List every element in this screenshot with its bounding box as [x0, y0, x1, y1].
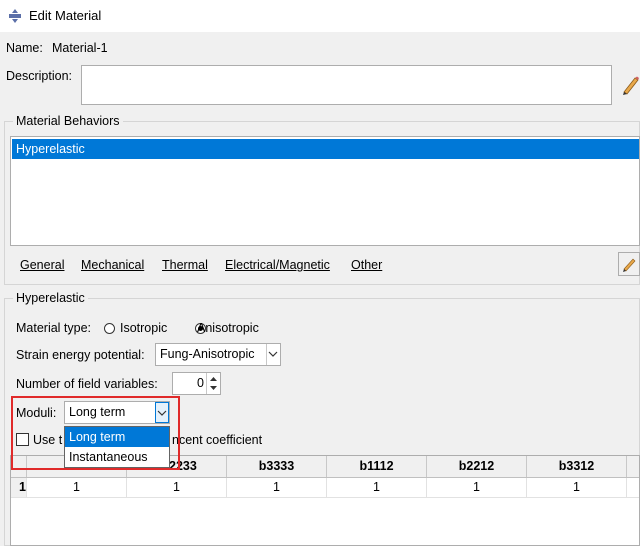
pencil-icon[interactable]: [620, 74, 640, 96]
field-variables-spinner[interactable]: 0: [172, 372, 221, 395]
column-header: b1112: [327, 456, 427, 477]
name-label: Name:: [6, 41, 43, 55]
table-cell[interactable]: 1: [427, 478, 527, 497]
material-app-icon: [9, 9, 21, 23]
field-variables-label: Number of field variables:: [16, 377, 158, 391]
behaviors-list[interactable]: Hyperelastic: [10, 136, 640, 246]
field-variables-value: 0: [197, 376, 204, 390]
highlight-box: [11, 396, 180, 470]
edit-behavior-button[interactable]: [618, 252, 640, 276]
behavior-item-hyperelastic[interactable]: Hyperelastic: [12, 139, 639, 159]
table-cell[interactable]: 1: [227, 478, 327, 497]
table-cell[interactable]: 1: [527, 478, 627, 497]
hyperelastic-title: Hyperelastic: [13, 291, 88, 305]
strain-energy-select[interactable]: Fung-Anisotropic: [155, 343, 281, 366]
pencil-small-icon: [623, 258, 636, 272]
anisotropic-label: Anisotropic: [197, 321, 259, 335]
menu-mechanical[interactable]: Mechanical: [81, 258, 144, 272]
table-cell[interactable]: 1: [327, 478, 427, 497]
description-input[interactable]: [81, 65, 612, 105]
strain-energy-value: Fung-Anisotropic: [160, 347, 255, 361]
row-number: 1: [11, 478, 27, 497]
table-cell[interactable]: 1: [127, 478, 227, 497]
strain-energy-label: Strain energy potential:: [16, 348, 145, 362]
column-header: b3312: [527, 456, 627, 477]
table-row[interactable]: 1 1 1 1 1 1 1: [11, 478, 639, 498]
material-name: Material-1: [52, 41, 108, 55]
title-bar: Edit Material: [0, 0, 640, 32]
menu-general[interactable]: General: [20, 258, 64, 272]
menu-electrical-magnetic[interactable]: Electrical/Magnetic: [225, 258, 330, 272]
checkbox-label-end: ncent coefficient: [172, 433, 263, 447]
material-type-label: Material type:: [16, 321, 92, 335]
window-title: Edit Material: [29, 8, 102, 23]
material-behaviors-title: Material Behaviors: [13, 114, 123, 128]
column-header: b3333: [227, 456, 327, 477]
menu-other[interactable]: Other: [351, 258, 382, 272]
behavior-menu-bar: General Mechanical Thermal Electrical/Ma…: [10, 252, 610, 278]
chevron-down-icon: [266, 344, 280, 365]
table-cell[interactable]: 1: [27, 478, 127, 497]
spinner-arrows-icon[interactable]: [206, 373, 220, 394]
description-label: Description:: [6, 69, 72, 83]
isotropic-label: Isotropic: [120, 321, 168, 335]
column-header: b2212: [427, 456, 527, 477]
menu-thermal[interactable]: Thermal: [162, 258, 208, 272]
radio-isotropic[interactable]: [104, 323, 115, 334]
